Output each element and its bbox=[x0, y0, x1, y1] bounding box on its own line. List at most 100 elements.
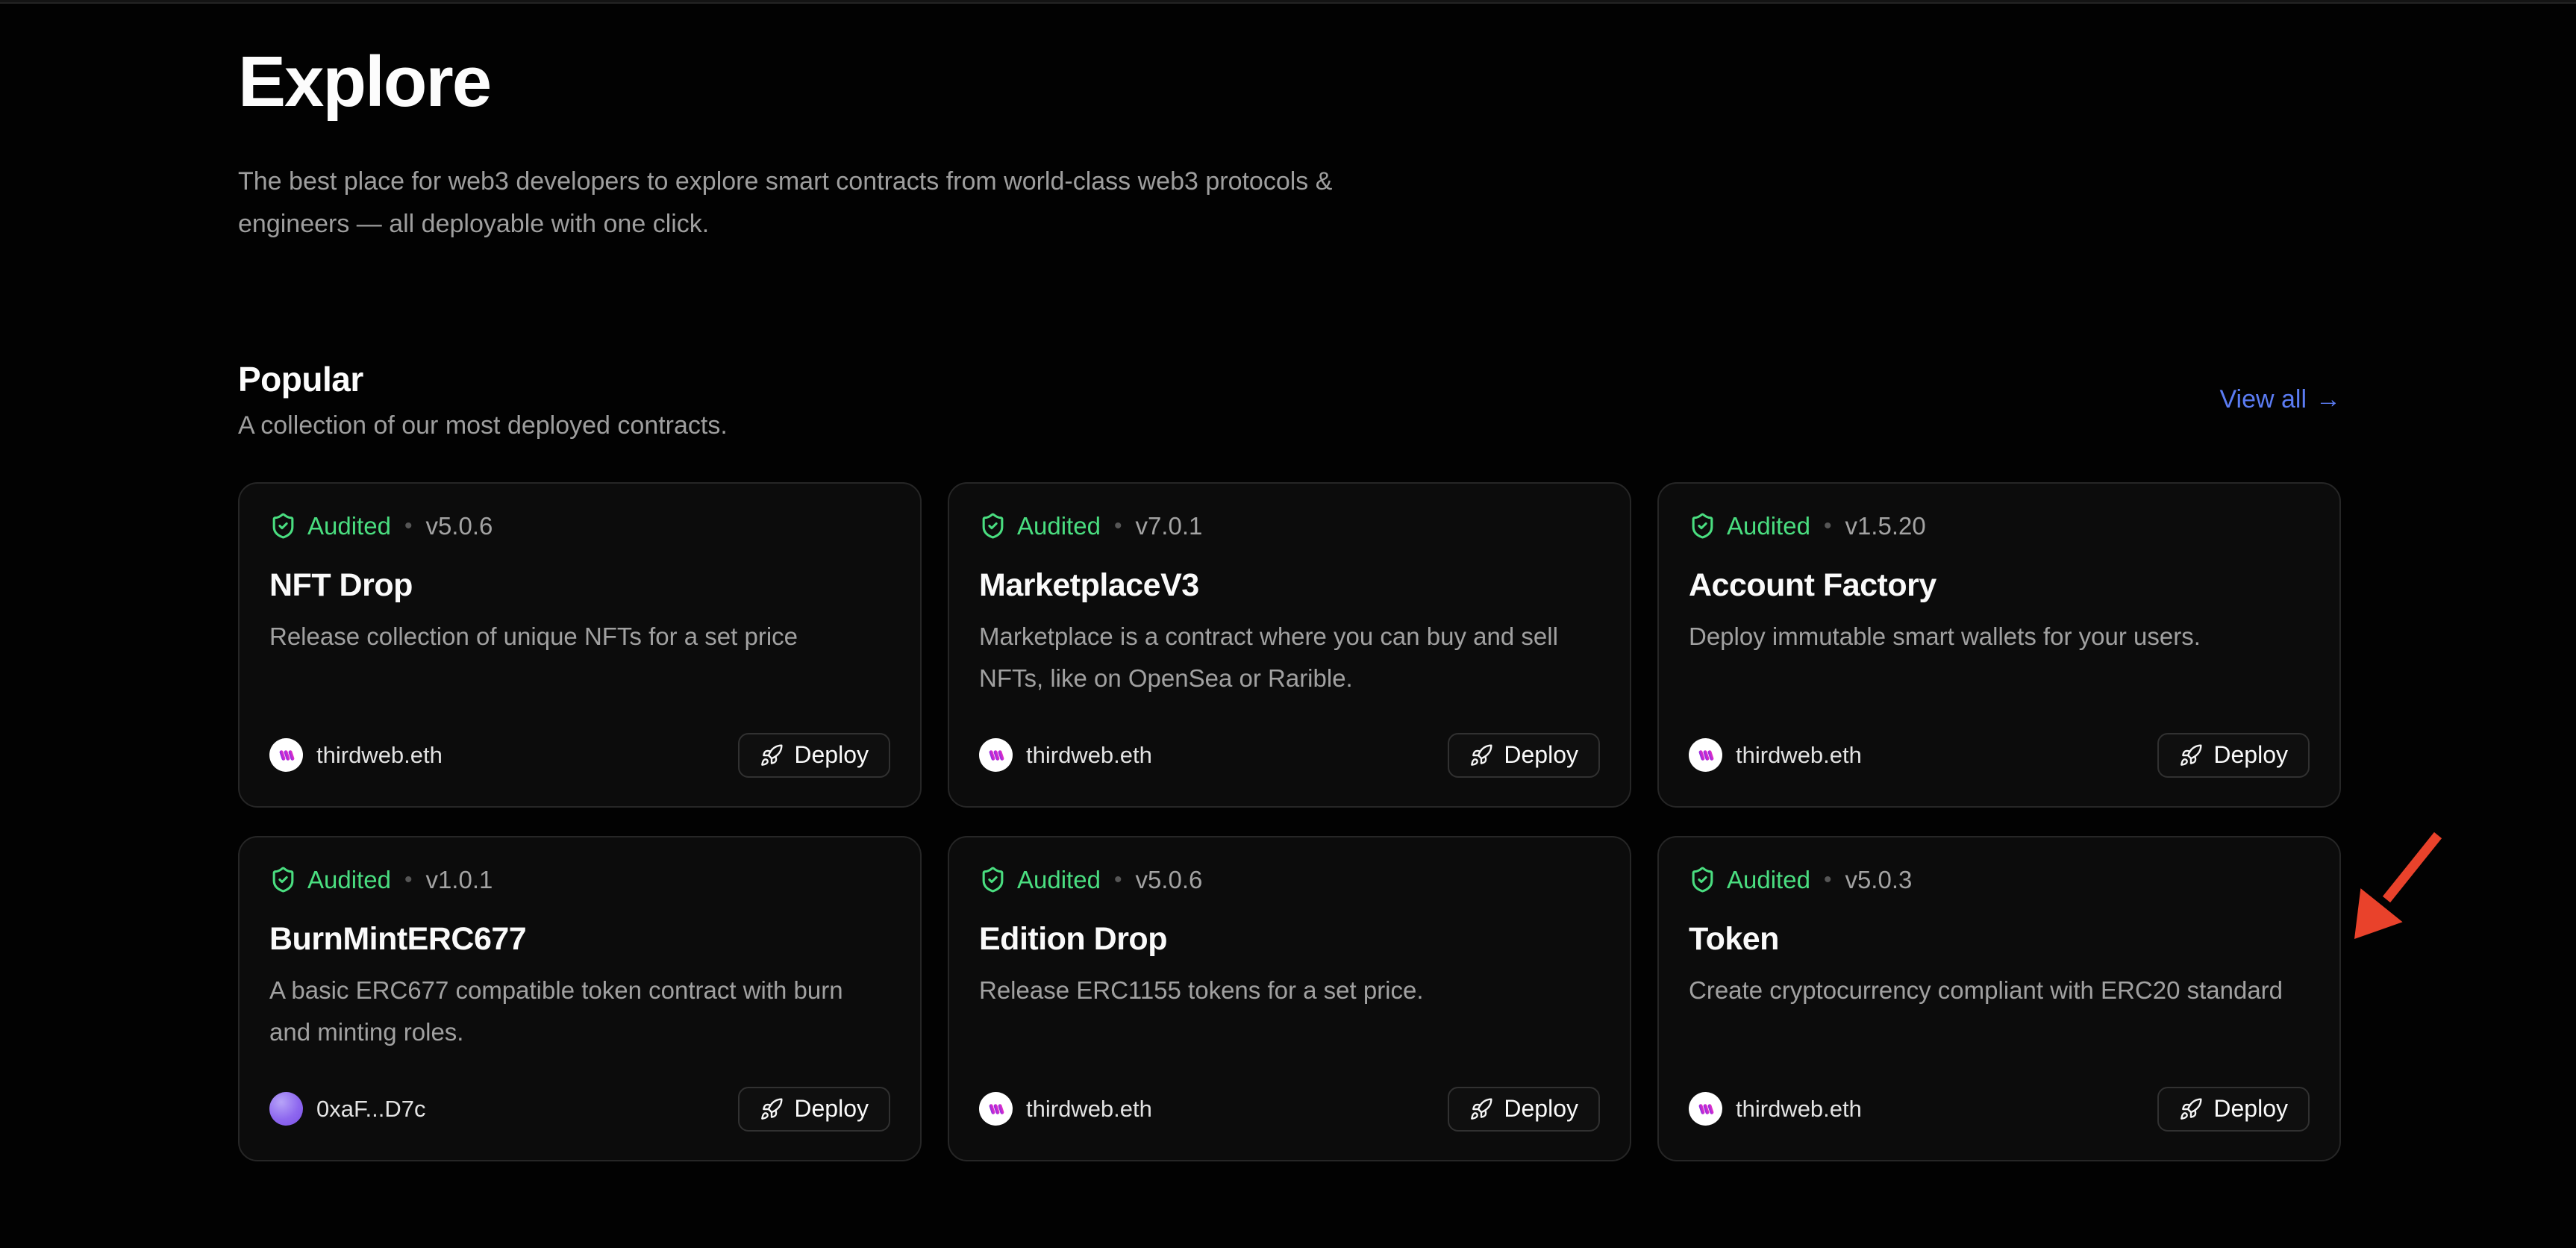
thirdweb-avatar bbox=[1689, 738, 1722, 772]
popular-heading: Popular bbox=[238, 359, 728, 399]
dot-separator: • bbox=[1824, 514, 1832, 539]
audited-badge: Audited bbox=[1727, 512, 1810, 540]
deploy-label: Deploy bbox=[794, 741, 869, 769]
publisher-link[interactable]: 0xaF...D7c bbox=[269, 1092, 425, 1126]
version-badge: v5.0.3 bbox=[1845, 866, 1912, 894]
contract-title[interactable]: NFT Drop bbox=[269, 567, 890, 604]
thirdweb-avatar bbox=[1689, 1092, 1722, 1126]
rocket-icon bbox=[1469, 743, 1493, 767]
shield-check-icon bbox=[269, 866, 297, 893]
publisher-name: thirdweb.eth bbox=[1026, 1096, 1152, 1123]
deploy-button[interactable]: Deploy bbox=[2157, 733, 2310, 778]
thirdweb-logo-icon bbox=[1695, 744, 1717, 767]
dot-separator: • bbox=[404, 867, 413, 893]
audited-badge: Audited bbox=[307, 866, 391, 894]
contract-description: Create cryptocurrency compliant with ERC… bbox=[1689, 970, 2310, 1011]
card-badge-row: Audited • v7.0.1 bbox=[979, 512, 1600, 540]
popular-heading-block: Popular A collection of our most deploye… bbox=[238, 359, 728, 440]
thirdweb-logo-icon bbox=[1695, 1098, 1717, 1120]
contract-description: Release ERC1155 tokens for a set price. bbox=[979, 970, 1600, 1011]
card-badge-row: Audited • v5.0.3 bbox=[1689, 866, 2310, 894]
version-badge: v1.5.20 bbox=[1845, 512, 1925, 540]
deploy-label: Deploy bbox=[1504, 741, 1578, 769]
deploy-button[interactable]: Deploy bbox=[1448, 733, 1600, 778]
deploy-button[interactable]: Deploy bbox=[2157, 1087, 2310, 1132]
contract-description: Marketplace is a contract where you can … bbox=[979, 616, 1600, 699]
shield-check-icon bbox=[1689, 512, 1716, 540]
contract-description: A basic ERC677 compatible token contract… bbox=[269, 970, 890, 1053]
publisher-name: 0xaF...D7c bbox=[316, 1096, 425, 1123]
contract-card[interactable]: Audited • v1.5.20 Account Factory Deploy… bbox=[1657, 482, 2341, 808]
thirdweb-logo-icon bbox=[275, 744, 298, 767]
card-footer: thirdweb.eth Deploy bbox=[1689, 733, 2310, 778]
contract-card[interactable]: Audited • v5.0.6 NFT Drop Release collec… bbox=[238, 482, 922, 808]
contract-title[interactable]: Edition Drop bbox=[979, 921, 1600, 958]
publisher-name: thirdweb.eth bbox=[1736, 1096, 1862, 1123]
audited-badge: Audited bbox=[1017, 866, 1101, 894]
contract-description: Deploy immutable smart wallets for your … bbox=[1689, 616, 2310, 658]
thirdweb-logo-icon bbox=[985, 1098, 1007, 1120]
publisher-link[interactable]: thirdweb.eth bbox=[1689, 738, 1862, 772]
view-all-label: View all bbox=[2219, 385, 2307, 414]
explore-page: Explore The best place for web3 develope… bbox=[238, 0, 2341, 1161]
rocket-icon bbox=[2179, 1097, 2203, 1121]
publisher-link[interactable]: thirdweb.eth bbox=[979, 1092, 1152, 1126]
contract-card[interactable]: Audited • v5.0.3 Token Create cryptocurr… bbox=[1657, 836, 2341, 1161]
dot-separator: • bbox=[1114, 867, 1122, 893]
contract-description: Release collection of unique NFTs for a … bbox=[269, 616, 890, 658]
shield-check-icon bbox=[1689, 866, 1716, 893]
view-all-link[interactable]: View all → bbox=[2219, 385, 2341, 414]
dot-separator: • bbox=[1114, 514, 1122, 539]
shield-check-icon bbox=[979, 512, 1007, 540]
card-footer: thirdweb.eth Deploy bbox=[1689, 1087, 2310, 1132]
deploy-label: Deploy bbox=[1504, 1095, 1578, 1123]
rocket-icon bbox=[2179, 743, 2203, 767]
page-subtitle: The best place for web3 developers to ex… bbox=[238, 160, 1387, 246]
card-badge-row: Audited • v5.0.6 bbox=[269, 512, 890, 540]
card-badge-row: Audited • v1.0.1 bbox=[269, 866, 890, 894]
thirdweb-avatar bbox=[979, 738, 1013, 772]
thirdweb-avatar bbox=[269, 738, 303, 772]
deploy-button[interactable]: Deploy bbox=[1448, 1087, 1600, 1132]
rocket-icon bbox=[760, 743, 784, 767]
dot-separator: • bbox=[1824, 867, 1832, 893]
version-badge: v5.0.6 bbox=[425, 512, 493, 540]
publisher-name: thirdweb.eth bbox=[1736, 742, 1862, 769]
deploy-button[interactable]: Deploy bbox=[738, 733, 890, 778]
audited-badge: Audited bbox=[307, 512, 391, 540]
version-badge: v7.0.1 bbox=[1135, 512, 1202, 540]
thirdweb-logo-icon bbox=[985, 744, 1007, 767]
contract-title[interactable]: BurnMintERC677 bbox=[269, 921, 890, 958]
contract-card[interactable]: Audited • v7.0.1 MarketplaceV3 Marketpla… bbox=[948, 482, 1631, 808]
shield-check-icon bbox=[269, 512, 297, 540]
publisher-name: thirdweb.eth bbox=[316, 742, 443, 769]
dot-separator: • bbox=[404, 514, 413, 539]
card-footer: thirdweb.eth Deploy bbox=[979, 1087, 1600, 1132]
popular-subheading: A collection of our most deployed contra… bbox=[238, 411, 728, 440]
audited-badge: Audited bbox=[1017, 512, 1101, 540]
contract-title[interactable]: MarketplaceV3 bbox=[979, 567, 1600, 604]
contract-card[interactable]: Audited • v5.0.6 Edition Drop Release ER… bbox=[948, 836, 1631, 1161]
rocket-icon bbox=[1469, 1097, 1493, 1121]
contracts-grid: Audited • v5.0.6 NFT Drop Release collec… bbox=[238, 482, 2341, 1161]
contract-card[interactable]: Audited • v1.0.1 BurnMintERC677 A basic … bbox=[238, 836, 922, 1161]
publisher-link[interactable]: thirdweb.eth bbox=[1689, 1092, 1862, 1126]
publisher-name: thirdweb.eth bbox=[1026, 742, 1152, 769]
publisher-link[interactable]: thirdweb.eth bbox=[269, 738, 443, 772]
publisher-link[interactable]: thirdweb.eth bbox=[979, 738, 1152, 772]
contract-title[interactable]: Token bbox=[1689, 921, 2310, 958]
arrow-right-icon: → bbox=[2316, 385, 2341, 414]
annotation-arrow bbox=[2328, 817, 2455, 959]
contract-title[interactable]: Account Factory bbox=[1689, 567, 2310, 604]
card-footer: thirdweb.eth Deploy bbox=[979, 733, 1600, 778]
deploy-button[interactable]: Deploy bbox=[738, 1087, 890, 1132]
version-badge: v5.0.6 bbox=[1135, 866, 1202, 894]
card-footer: thirdweb.eth Deploy bbox=[269, 733, 890, 778]
deploy-label: Deploy bbox=[794, 1095, 869, 1123]
card-badge-row: Audited • v5.0.6 bbox=[979, 866, 1600, 894]
rocket-icon bbox=[760, 1097, 784, 1121]
deploy-label: Deploy bbox=[2213, 741, 2288, 769]
thirdweb-avatar bbox=[979, 1092, 1013, 1126]
popular-section-header: Popular A collection of our most deploye… bbox=[238, 359, 2341, 440]
shield-check-icon bbox=[979, 866, 1007, 893]
